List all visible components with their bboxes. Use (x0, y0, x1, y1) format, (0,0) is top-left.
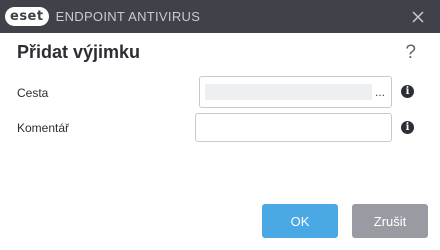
eset-logo: eset ENDPOINT ANTIVIRUS (5, 7, 200, 26)
comment-field[interactable] (195, 113, 392, 142)
browse-button[interactable]: ... (375, 84, 385, 100)
path-label: Cesta (17, 86, 49, 100)
help-icon[interactable]: ? (405, 42, 416, 64)
dialog-title: Přidat výjimku (17, 42, 141, 62)
close-icon (412, 11, 424, 23)
title-bar: eset ENDPOINT ANTIVIRUS (0, 0, 440, 33)
logo-mark: eset (5, 7, 49, 26)
comment-input[interactable] (196, 114, 391, 141)
product-name: ENDPOINT ANTIVIRUS (55, 9, 201, 24)
path-field[interactable]: ... (199, 76, 392, 108)
path-input[interactable] (205, 84, 372, 100)
close-button[interactable] (410, 9, 426, 25)
path-info-icon[interactable]: i (401, 85, 414, 98)
cancel-button[interactable]: Zrušit (352, 204, 428, 238)
ok-button[interactable]: OK (262, 204, 338, 238)
comment-label: Komentář (17, 121, 70, 135)
comment-info-icon[interactable]: i (401, 121, 414, 134)
